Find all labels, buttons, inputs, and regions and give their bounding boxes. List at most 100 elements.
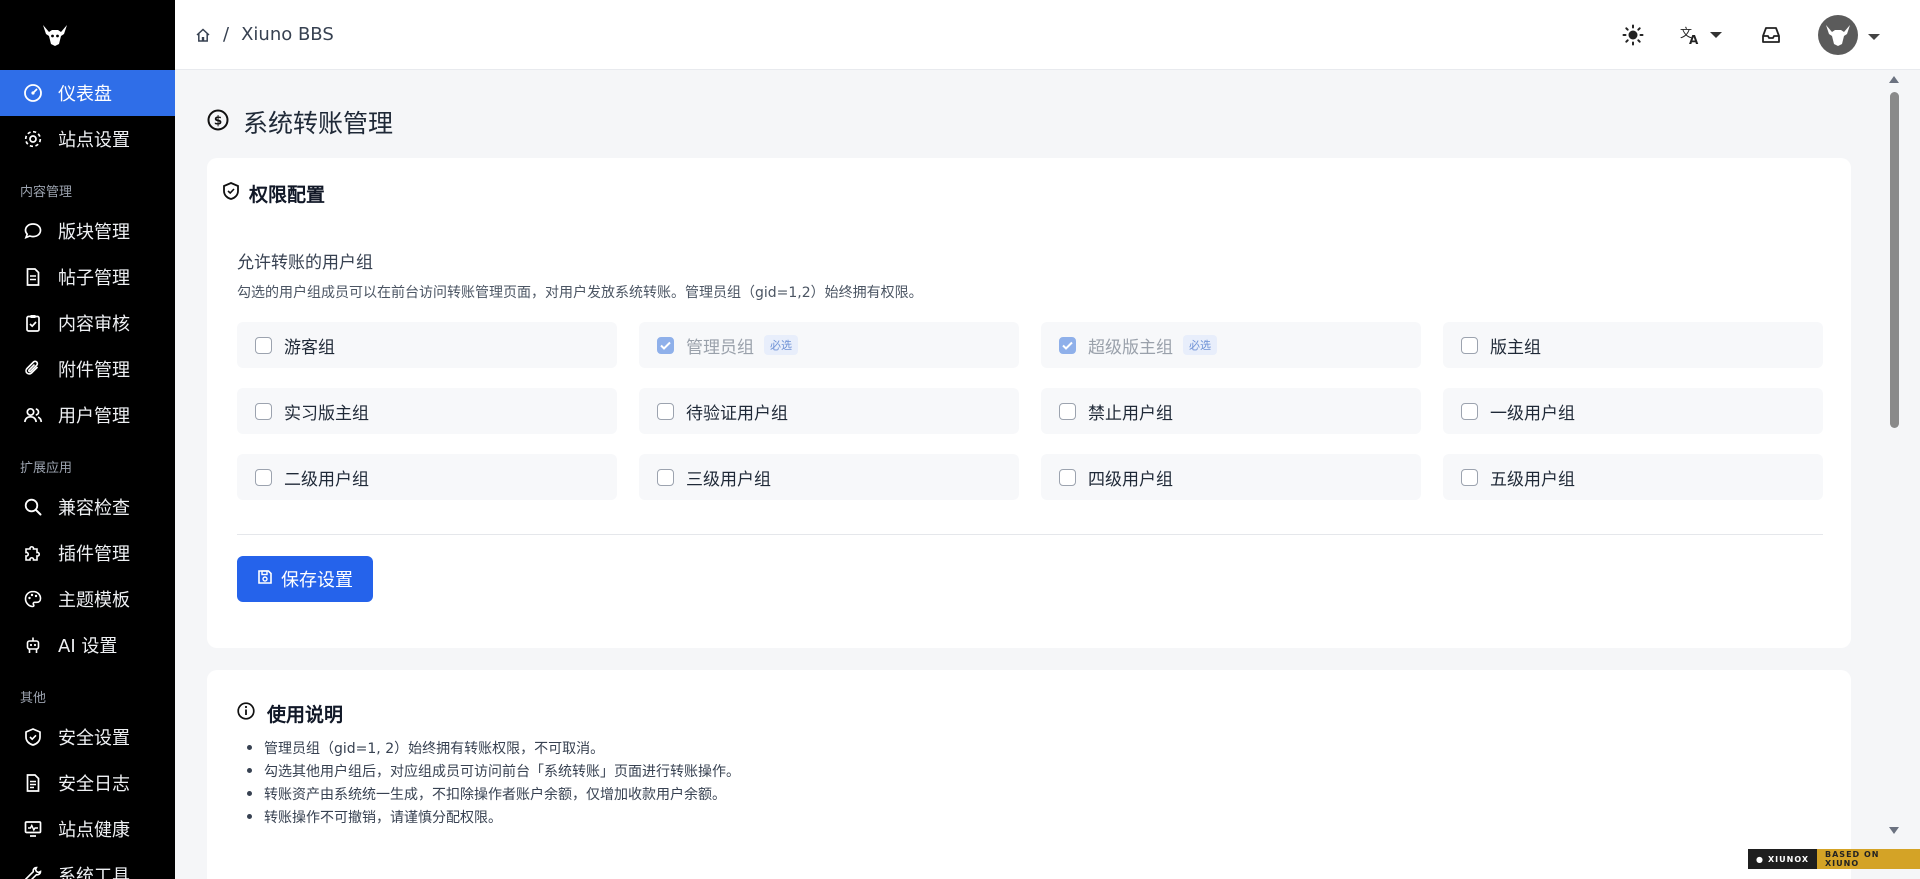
sun-icon[interactable] bbox=[1622, 24, 1644, 46]
footer-badge-left-text: XIUNOX bbox=[1767, 854, 1810, 864]
group-label: 游客组 bbox=[284, 337, 335, 358]
sidebar-item-label: 安全日志 bbox=[58, 774, 130, 795]
sidebar-item[interactable]: 附件管理 bbox=[0, 346, 175, 392]
sidebar-item[interactable]: 插件管理 bbox=[0, 530, 175, 576]
svg-text:A: A bbox=[1689, 33, 1699, 46]
usage-header-text: 使用说明 bbox=[267, 704, 344, 726]
info-circle-icon bbox=[237, 702, 255, 725]
sidebar-item-label: 附件管理 bbox=[58, 360, 130, 381]
group-checkbox[interactable] bbox=[255, 468, 272, 486]
sidebar-item-label: 系统工具 bbox=[58, 866, 130, 879]
required-badge: 必选 bbox=[764, 335, 798, 355]
group-checkbox[interactable] bbox=[1059, 402, 1076, 420]
clipboard-check-icon bbox=[22, 312, 44, 334]
search-icon bbox=[22, 496, 44, 518]
usage-list-item: 转账资产由系统统一生成，不扣除操作者账户余额，仅增加收款用户余额。 bbox=[247, 782, 740, 805]
scroll-thumb[interactable] bbox=[1890, 92, 1899, 428]
checkmark-icon bbox=[660, 341, 671, 350]
dashboard-icon bbox=[22, 82, 44, 104]
group-option[interactable]: 实习版主组 bbox=[237, 388, 617, 434]
group-label: 禁止用户组 bbox=[1088, 403, 1173, 424]
sidebar-item[interactable]: 用户管理 bbox=[0, 392, 175, 438]
sidebar-item[interactable]: 帖子管理 bbox=[0, 254, 175, 300]
group-option[interactable]: 版主组 bbox=[1443, 322, 1823, 368]
sidebar-section-label: 扩展应用 bbox=[20, 461, 73, 476]
group-option[interactable]: 游客组 bbox=[237, 322, 617, 368]
sidebar-item-label: 版块管理 bbox=[58, 222, 130, 243]
sidebar-item-label: 兼容检查 bbox=[58, 498, 130, 519]
github-icon: ● bbox=[1756, 854, 1764, 864]
sidebar-nav: 仪表盘 站点设置 内容管理 版块管理 帖子管理 内容审核 附件管理 用户管理 扩展应用 兼容检查插… bbox=[0, 70, 175, 879]
translate-icon[interactable]: 文A bbox=[1680, 24, 1724, 46]
breadcrumb-site[interactable]: Xiuno BBS bbox=[241, 24, 334, 45]
footer-badge-left: ● XIUNOX bbox=[1748, 849, 1818, 869]
sidebar-item[interactable]: 内容审核 bbox=[0, 300, 175, 346]
scrollbar[interactable] bbox=[1883, 70, 1905, 840]
shield-icon bbox=[22, 726, 44, 748]
sidebar-item[interactable]: 站点健康 bbox=[0, 806, 175, 852]
group-option: 管理员组 必选 bbox=[639, 322, 1019, 368]
group-checkbox[interactable] bbox=[1059, 468, 1076, 486]
usage-list-item: 管理员组（gid=1, 2）始终拥有转账权限，不可取消。 bbox=[247, 736, 740, 759]
sidebar-item[interactable]: 主题模板 bbox=[0, 576, 175, 622]
sidebar-item[interactable]: 兼容检查 bbox=[0, 484, 175, 530]
sidebar-item[interactable]: AI 设置 bbox=[0, 622, 175, 668]
sidebar-item[interactable]: 仪表盘 bbox=[0, 70, 175, 116]
group-option[interactable]: 一级用户组 bbox=[1443, 388, 1823, 434]
group-checkbox[interactable] bbox=[657, 468, 674, 486]
group-checkbox[interactable] bbox=[255, 336, 272, 354]
group-checkbox bbox=[657, 336, 674, 354]
group-option[interactable]: 禁止用户组 bbox=[1041, 388, 1421, 434]
paperclip-icon bbox=[22, 358, 44, 380]
sidebar: 仪表盘 站点设置 内容管理 版块管理 帖子管理 内容审核 附件管理 用户管理 扩展应用 兼容检查插… bbox=[0, 0, 175, 879]
group-label: 二级用户组 bbox=[284, 469, 369, 490]
breadcrumb: / Xiuno BBS bbox=[195, 24, 334, 45]
group-option: 超级版主组 必选 bbox=[1041, 322, 1421, 368]
sidebar-item[interactable]: 安全日志 bbox=[0, 760, 175, 806]
save-button[interactable]: 保存设置 bbox=[237, 556, 373, 602]
sidebar-item[interactable]: 安全设置 bbox=[0, 714, 175, 760]
bull-logo-icon[interactable] bbox=[0, 0, 110, 70]
sidebar-item[interactable]: 系统工具 bbox=[0, 852, 175, 879]
users-icon bbox=[22, 404, 44, 426]
group-checkbox[interactable] bbox=[1461, 336, 1478, 354]
group-checkbox[interactable] bbox=[657, 402, 674, 420]
user-menu[interactable] bbox=[1818, 15, 1880, 55]
group-option[interactable]: 二级用户组 bbox=[237, 454, 617, 500]
permissions-header: 权限配置 bbox=[223, 180, 325, 207]
main-content: $ 系统转账管理 权限配置 允许转账的用户组 勾选的用户组成员可以在前台访问转账… bbox=[175, 70, 1883, 879]
sidebar-item-label: 仪表盘 bbox=[58, 84, 112, 105]
gear-icon bbox=[22, 128, 44, 150]
scroll-up-arrow-icon[interactable] bbox=[1889, 76, 1899, 83]
inbox-icon[interactable] bbox=[1760, 24, 1782, 46]
group-option[interactable]: 五级用户组 bbox=[1443, 454, 1823, 500]
field-label: 允许转账的用户组 bbox=[237, 253, 373, 273]
group-checkbox[interactable] bbox=[1461, 402, 1478, 420]
save-button-label: 保存设置 bbox=[281, 570, 353, 591]
divider bbox=[237, 534, 1823, 535]
home-icon[interactable] bbox=[195, 27, 211, 43]
group-checkbox[interactable] bbox=[255, 402, 272, 420]
group-option[interactable]: 待验证用户组 bbox=[639, 388, 1019, 434]
group-option[interactable]: 四级用户组 bbox=[1041, 454, 1421, 500]
breadcrumb-separator: / bbox=[223, 24, 230, 45]
sidebar-item[interactable]: 版块管理 bbox=[0, 208, 175, 254]
group-checkbox[interactable] bbox=[1461, 468, 1478, 486]
sidebar-item-label: 插件管理 bbox=[58, 544, 130, 565]
group-label: 版主组 bbox=[1490, 337, 1541, 358]
topbar-actions: 文A bbox=[1622, 0, 1880, 70]
chat-bubble-icon bbox=[22, 220, 44, 242]
chevron-down-icon[interactable] bbox=[1868, 26, 1880, 45]
sidebar-item[interactable]: 站点设置 bbox=[0, 116, 175, 162]
sidebar-item-label: 用户管理 bbox=[58, 406, 130, 427]
sidebar-item-label: 主题模板 bbox=[58, 590, 130, 611]
checkmark-icon bbox=[1062, 341, 1073, 350]
sidebar-section-label: 其他 bbox=[20, 691, 47, 706]
avatar[interactable] bbox=[1818, 15, 1858, 55]
usage-list-item: 勾选其他用户组后，对应组成员可访问前台「系统转账」页面进行转账操作。 bbox=[247, 759, 740, 782]
group-label: 三级用户组 bbox=[686, 469, 771, 490]
group-option[interactable]: 三级用户组 bbox=[639, 454, 1019, 500]
scroll-down-arrow-icon[interactable] bbox=[1889, 827, 1899, 834]
save-disk-icon bbox=[257, 569, 273, 590]
footer-badge[interactable]: ● XIUNOX BASED ON XIUNO bbox=[1748, 849, 1920, 869]
